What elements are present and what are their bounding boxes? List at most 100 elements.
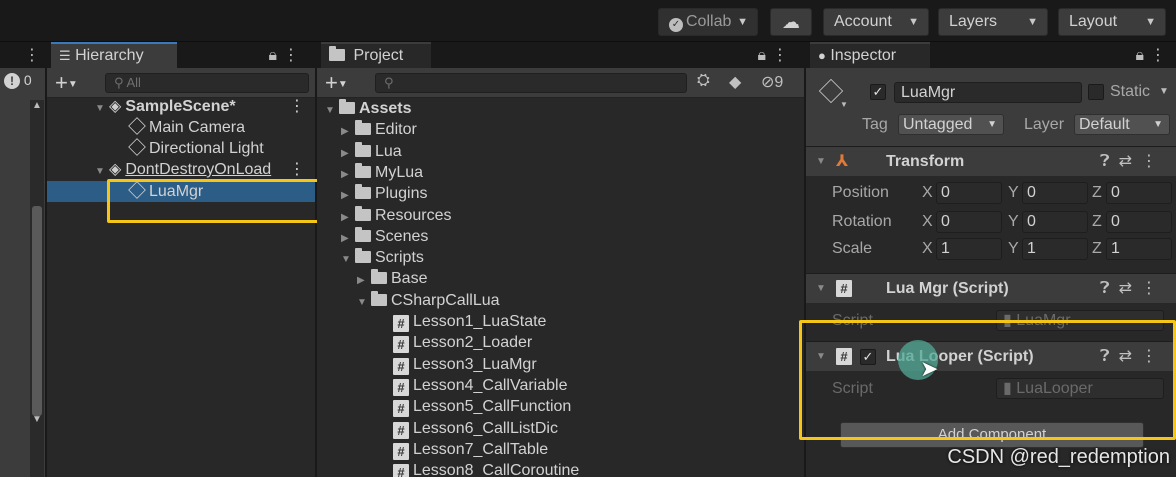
project-search-input[interactable]: ⚲ xyxy=(375,73,687,93)
luamgr-script-field[interactable]: ▮ LuaMgr xyxy=(996,310,1164,331)
scroll-down-icon[interactable]: ▼ xyxy=(32,414,42,425)
console-badge[interactable]: ! 0 xyxy=(4,72,32,89)
more-options-icon[interactable]: ⋮ xyxy=(24,45,40,65)
luamgr-component-header[interactable]: ▼ # Lua Mgr (Script) ❓︎⇄⋮ xyxy=(806,273,1176,303)
list-item[interactable]: # Lesson6_CallListDic xyxy=(317,418,804,439)
list-item[interactable]: ▶ Lua xyxy=(317,141,804,162)
static-checkbox[interactable] xyxy=(1088,84,1104,100)
fold-arrow-icon[interactable]: ▶ xyxy=(341,143,355,164)
more-options-icon[interactable]: ⋮ xyxy=(283,47,305,64)
tab-project[interactable]: Project xyxy=(321,42,431,69)
list-item[interactable]: ▶ Resources xyxy=(317,205,804,226)
fold-arrow-icon[interactable]: ▶ xyxy=(341,121,355,142)
list-item[interactable]: ▼ Scripts xyxy=(317,247,804,268)
lualooper-enabled-checkbox[interactable]: ✓ xyxy=(860,349,876,365)
active-checkbox[interactable]: ✓ xyxy=(870,84,886,100)
scale-x-field[interactable]: 1 xyxy=(936,238,1002,260)
list-item[interactable]: ▶ Base xyxy=(317,268,804,289)
scale-y-field[interactable]: 1 xyxy=(1022,238,1088,260)
more-options-icon[interactable]: ⋮ xyxy=(289,159,305,180)
filter-type-icon[interactable]: ⛭ xyxy=(697,72,710,90)
preset-icon[interactable]: ⇄ xyxy=(1119,153,1141,170)
lock-icon[interactable]: 🔒︎ xyxy=(268,47,283,64)
list-item[interactable]: # Lesson4_CallVariable xyxy=(317,375,804,396)
create-button[interactable]: +▼ xyxy=(55,70,78,96)
list-item[interactable]: Directional Light xyxy=(47,138,315,159)
list-item[interactable]: Main Camera xyxy=(47,117,315,138)
scroll-up-icon[interactable]: ▲ xyxy=(32,100,42,111)
fold-arrow-icon[interactable]: ▼ xyxy=(95,98,109,119)
tab-hierarchy[interactable]: ☰ Hierarchy xyxy=(51,42,177,69)
rotation-z-field[interactable]: 0 xyxy=(1106,211,1172,233)
list-item[interactable]: ▼ Assets xyxy=(317,98,804,119)
account-dropdown[interactable]: Account ▼ xyxy=(823,8,929,36)
layers-dropdown[interactable]: Layers ▼ xyxy=(938,8,1048,36)
collab-button[interactable]: ✓ Collab ▼ xyxy=(658,8,758,36)
static-label[interactable]: Static xyxy=(1110,83,1150,101)
fold-arrow-icon[interactable]: ▼ xyxy=(816,147,826,177)
cloud-button[interactable]: ☁ xyxy=(770,8,812,36)
position-z-field[interactable]: 0 xyxy=(1106,182,1172,204)
more-options-icon[interactable]: ⋮ xyxy=(1150,47,1172,64)
help-icon[interactable]: ❓︎ xyxy=(1100,280,1119,297)
more-options-icon[interactable]: ⋮ xyxy=(1141,280,1166,297)
transform-header[interactable]: ▼ ⅄ Transform ❓︎⇄⋮ xyxy=(806,146,1176,176)
preset-icon[interactable]: ⇄ xyxy=(1119,280,1141,297)
list-item[interactable]: # Lesson8_CallCoroutine xyxy=(317,460,804,477)
object-name-field[interactable]: LuaMgr xyxy=(894,82,1082,103)
more-options-icon[interactable]: ⋮ xyxy=(1141,153,1166,170)
add-component-button[interactable]: Add Component xyxy=(840,422,1144,448)
fold-arrow-icon[interactable]: ▼ xyxy=(816,274,826,304)
list-item[interactable]: # Lesson3_LuaMgr xyxy=(317,354,804,375)
list-item[interactable]: ▶ Plugins xyxy=(317,183,804,204)
scale-z-field[interactable]: 1 xyxy=(1106,238,1172,260)
fold-arrow-icon[interactable]: ▶ xyxy=(341,164,355,185)
tab-inspector[interactable]: ● Inspector xyxy=(810,42,930,69)
lualooper-component-header[interactable]: ▼ # ✓ Lua Looper (Script) ❓︎⇄⋮ xyxy=(806,341,1176,371)
fold-arrow-icon[interactable]: ▶ xyxy=(357,270,371,291)
hierarchy-search-input[interactable]: ⚲ All xyxy=(105,73,309,93)
scrollbar[interactable]: ▲ ▼ xyxy=(30,100,44,477)
fold-arrow-icon[interactable]: ▶ xyxy=(341,185,355,206)
position-x-field[interactable]: 0 xyxy=(936,182,1002,204)
hidden-packages-button[interactable]: ⊘9 xyxy=(761,72,783,92)
list-item[interactable]: # Lesson1_LuaState xyxy=(317,311,804,332)
tag-dropdown[interactable]: Untagged ▼ xyxy=(898,114,1004,135)
preset-icon[interactable]: ⇄ xyxy=(1119,348,1141,365)
position-y-field[interactable]: 0 xyxy=(1022,182,1088,204)
label-icon[interactable]: ◆ xyxy=(729,72,741,92)
list-item[interactable]: ▶ Editor xyxy=(317,119,804,140)
scroll-thumb[interactable] xyxy=(32,206,42,416)
list-item[interactable]: ▼ ◈ DontDestroyOnLoad ⋮ xyxy=(47,159,315,180)
help-icon[interactable]: ❓︎ xyxy=(1100,153,1119,170)
list-item[interactable]: ▶ MyLua xyxy=(317,162,804,183)
list-item[interactable]: ▼ CSharpCallLua xyxy=(317,290,804,311)
layer-dropdown[interactable]: Default ▼ xyxy=(1074,114,1170,135)
rotation-x-field[interactable]: 0 xyxy=(936,211,1002,233)
fold-arrow-icon[interactable]: ▼ xyxy=(95,161,109,182)
more-options-icon[interactable]: ⋮ xyxy=(1141,348,1166,365)
list-item[interactable]: # Lesson7_CallTable xyxy=(317,439,804,460)
layout-dropdown[interactable]: Layout ▼ xyxy=(1058,8,1166,36)
fold-arrow-icon[interactable]: ▼ xyxy=(341,249,355,270)
chevron-down-icon[interactable]: ▼ xyxy=(840,100,848,109)
lualooper-script-field[interactable]: ▮ LuaLooper xyxy=(996,378,1164,399)
fold-arrow-icon[interactable]: ▶ xyxy=(341,228,355,249)
fold-arrow-icon[interactable]: ▼ xyxy=(357,292,371,313)
lock-icon[interactable]: 🔒︎ xyxy=(1135,47,1150,64)
fold-arrow-icon[interactable]: ▶ xyxy=(341,207,355,228)
create-button[interactable]: +▼ xyxy=(325,70,348,96)
fold-arrow-icon[interactable]: ▼ xyxy=(816,342,826,372)
chevron-down-icon[interactable]: ▼ xyxy=(1159,86,1169,97)
more-options-icon[interactable]: ⋮ xyxy=(289,96,305,117)
help-icon[interactable]: ❓︎ xyxy=(1100,348,1119,365)
list-item[interactable]: ▼ ◈ SampleScene* ⋮ xyxy=(47,96,315,117)
fold-arrow-icon[interactable]: ▼ xyxy=(325,100,339,121)
list-item[interactable]: ▶ Scenes xyxy=(317,226,804,247)
rotation-y-field[interactable]: 0 xyxy=(1022,211,1088,233)
list-item-selected[interactable]: LuaMgr xyxy=(47,181,315,202)
lock-icon[interactable]: 🔒︎ xyxy=(757,47,772,64)
list-item[interactable]: # Lesson5_CallFunction xyxy=(317,396,804,418)
list-item[interactable]: # Lesson2_Loader xyxy=(317,332,804,354)
more-options-icon[interactable]: ⋮ xyxy=(772,47,794,64)
